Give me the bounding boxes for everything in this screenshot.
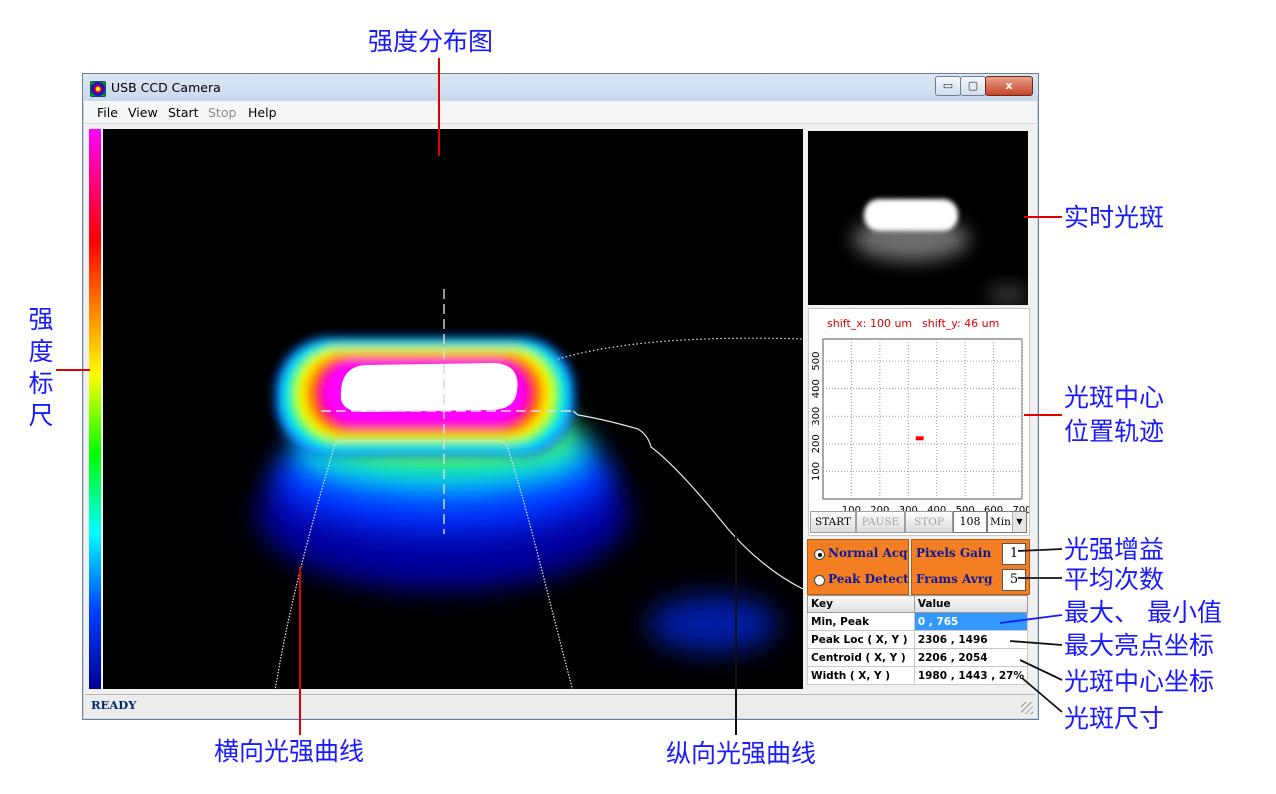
pixels-gain-input[interactable]: 1 [1002,543,1026,565]
row-key: Peak Loc ( X, Y ) [807,630,915,649]
menu-bar: File View Start Stop Help [85,101,1036,124]
window-title: USB CCD Camera [111,80,221,95]
table-header-row: Key Value [807,595,1029,613]
row-value: 2206 , 2054 [913,648,1029,667]
acquisition-mode-panel: Normal Acq Peak Detect [807,539,909,595]
shift-y-readout: shift_y: 46 um [922,317,1000,330]
mode-select-value: Min [990,516,1011,528]
vertical-profile-top [557,337,803,360]
table-row[interactable]: Min, Peak 0 , 765 [807,612,1029,631]
frames-count-field[interactable]: 108 [953,511,987,533]
y-tick-label: 100 [811,462,822,481]
camera-app-icon [90,81,106,97]
anno-spot-size: 光斑尺寸 [1064,704,1165,733]
anno-centroid-coords: 光斑中心坐标 [1064,667,1215,696]
menu-start[interactable]: Start [168,105,199,120]
leader-trajectory [1024,414,1062,416]
anno-trajectory-2: 位置轨迹 [1064,417,1165,446]
y-tick-label: 400 [811,379,822,398]
saturated-core [340,363,518,412]
mode-select[interactable]: Min ▼ [987,511,1027,533]
row-value: 1980 , 1443 , 27% [913,666,1029,685]
intensity-distribution-view[interactable] [103,129,803,689]
menu-stop[interactable]: Stop [208,105,236,120]
anno-intensity-map: 强度分布图 [368,27,494,56]
menu-view[interactable]: View [128,105,158,120]
anno-scale: 强 度 标 尺 [26,304,56,432]
trajectory-plot: 100200300400500600700 100200300400500 [811,338,1029,516]
anno-trajectory-1: 光斑中心 [1064,383,1165,412]
leader-scale [56,369,90,371]
anno-peak-coords: 最大亮点坐标 [1064,631,1215,660]
menu-file[interactable]: File [97,105,118,120]
title-bar: USB CCD Camera ▭ ▢ x [83,74,1038,101]
y-tick-labels: 100 200 300 400 500 [811,352,822,481]
stop-button[interactable]: STOP [905,511,953,533]
row-key: Centroid ( X, Y ) [807,648,915,667]
anno-average: 平均次数 [1064,565,1165,594]
peak-detect-label[interactable]: Peak Detect [828,572,909,586]
leader-horizontal-curve [299,567,301,735]
intensity-map-graphic [258,289,803,689]
y-tick-label: 500 [811,352,822,371]
start-button[interactable]: START [810,511,856,533]
row-key: Min, Peak [807,612,915,631]
leader-intensity-map [438,58,440,156]
stray-light-blob [648,596,778,652]
anno-gain: 光强增益 [1064,535,1165,564]
anno-scale-char: 度 [28,337,54,366]
status-bar: READY [85,694,1036,717]
trajectory-panel: shift_x: 100 um shift_y: 46 um 100 200 300… [808,308,1030,536]
live-spot-view [808,131,1028,305]
minimize-button[interactable]: ▭ [935,76,961,96]
anno-scale-char: 强 [28,305,54,334]
normal-acq-label[interactable]: Normal Acq [828,546,908,560]
menu-help[interactable]: Help [248,105,277,120]
table-row[interactable]: Peak Loc ( X, Y ) 2306 , 1496 [807,630,1029,649]
live-spot-graphic [853,199,1028,305]
peak-detect-radio[interactable] [814,575,825,586]
close-button[interactable]: x [985,76,1033,96]
maximize-button[interactable]: ▢ [960,76,986,96]
plot-frame [822,338,1023,500]
resize-grip[interactable] [1021,702,1033,714]
row-value: 2306 , 1496 [913,630,1029,649]
shift-x-readout: shift_x: 100 um [827,317,913,330]
frames-avg-label: Frams Avrg [916,572,993,586]
normal-acq-radio[interactable] [814,549,825,560]
frames-avg-input[interactable]: 5 [1002,569,1026,591]
leader-vertical-curve [735,530,737,735]
row-key: Width ( X, Y ) [807,666,915,685]
plot-grid [823,339,1023,499]
anno-horizontal-curve: 横向光强曲线 [214,737,365,766]
row-value: 0 , 765 [913,612,1029,631]
y-tick-label: 200 [811,434,822,453]
chevron-down-icon[interactable]: ▼ [1012,512,1026,532]
table-row[interactable]: Centroid ( X, Y ) 2206 , 2054 [807,648,1029,667]
anno-vertical-curve: 纵向光强曲线 [666,739,817,768]
anno-live-spot: 实时光斑 [1064,203,1165,232]
centroid-trajectory-point [915,436,924,441]
results-table: Key Value Min, Peak 0 , 765 Peak Loc ( X… [807,595,1029,685]
pause-button[interactable]: PAUSE [856,511,905,533]
y-tick-label: 300 [811,407,822,426]
column-header-value[interactable]: Value [913,595,1029,613]
table-row[interactable]: Width ( X, Y ) 1980 , 1443 , 27% [807,666,1029,685]
anno-min-max: 最大、 最小值 [1064,598,1222,627]
anno-scale-char: 标 [28,369,54,398]
column-header-key[interactable]: Key [807,595,915,613]
pixels-gain-label: Pixels Gain [916,546,992,560]
leader-live-spot [1024,216,1062,218]
gain-average-panel: Pixels Gain 1 Frams Avrg 5 [911,539,1030,595]
intensity-scale-bar [89,129,101,689]
anno-scale-char: 尺 [28,401,54,430]
status-text: READY [91,698,137,712]
app-window: USB CCD Camera ▭ ▢ x File View Start Sto… [82,73,1039,720]
